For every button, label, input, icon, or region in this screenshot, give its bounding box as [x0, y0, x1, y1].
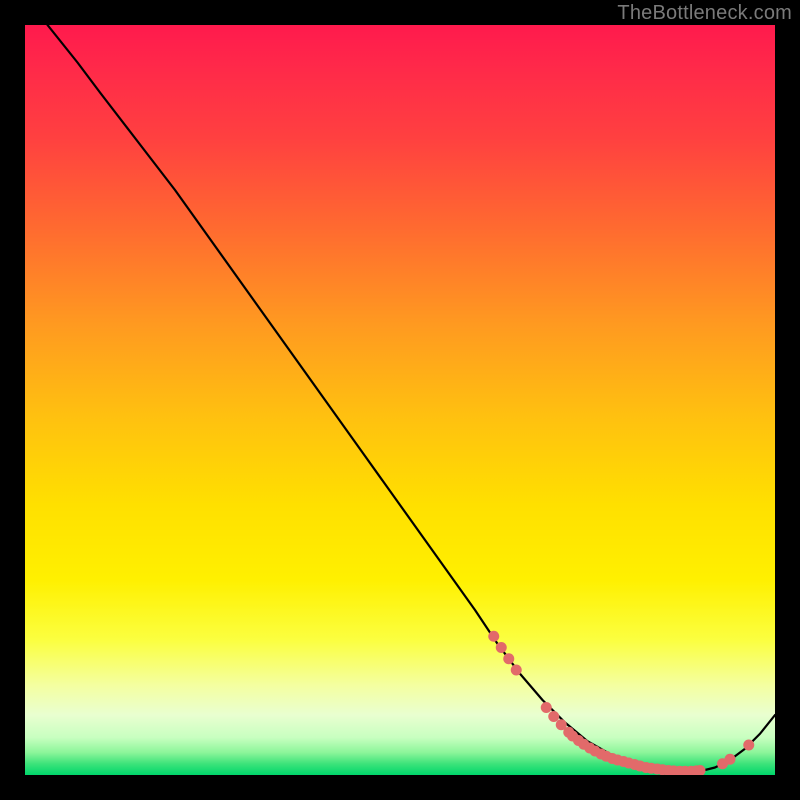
- chart-svg: [25, 25, 775, 775]
- data-marker: [725, 754, 736, 765]
- chart-plot-area: [25, 25, 775, 775]
- data-marker: [496, 642, 507, 653]
- chart-frame: TheBottleneck.com: [0, 0, 800, 800]
- watermark-label: TheBottleneck.com: [617, 2, 792, 25]
- data-marker: [503, 653, 514, 664]
- data-marker: [488, 631, 499, 642]
- bottleneck-curve: [48, 25, 776, 771]
- data-marker: [511, 665, 522, 676]
- data-marker: [548, 711, 559, 722]
- data-marker: [541, 702, 552, 713]
- data-marker: [743, 740, 754, 751]
